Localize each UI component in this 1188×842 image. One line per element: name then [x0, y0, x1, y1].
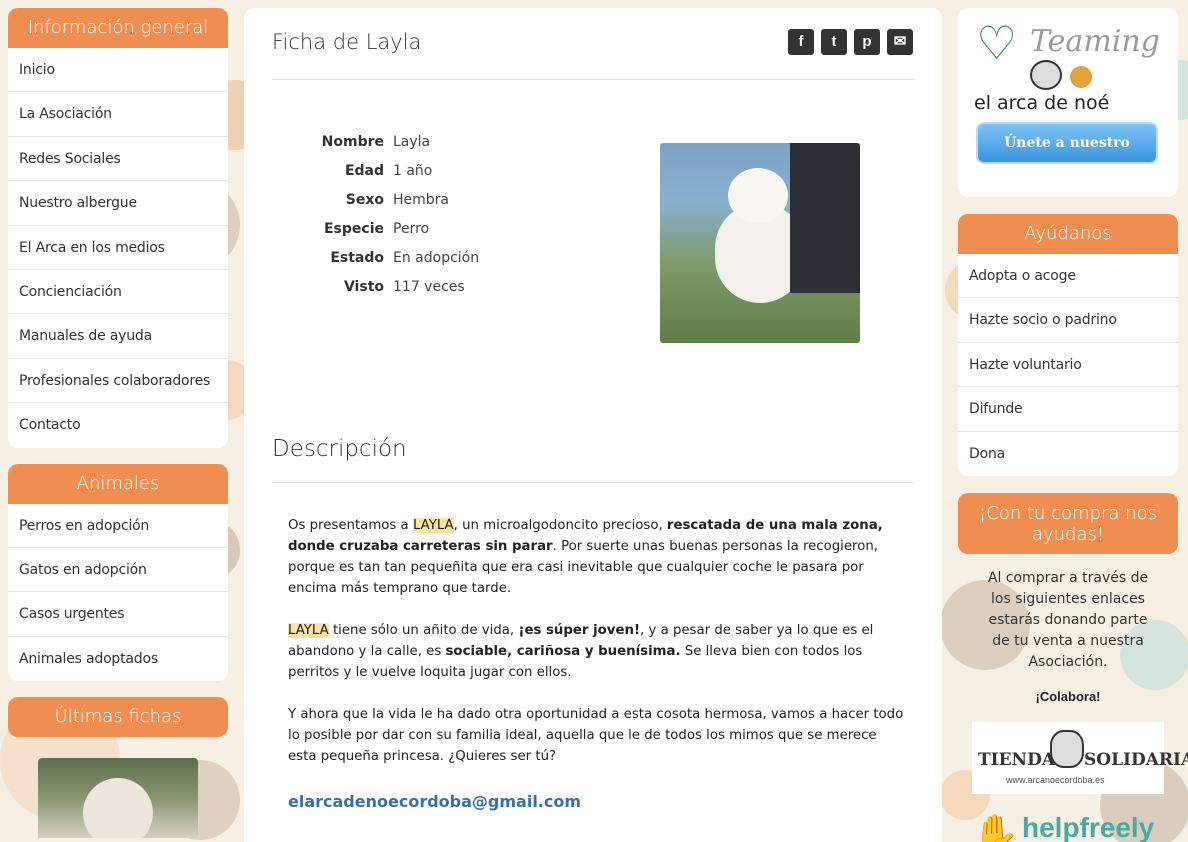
contact-email-link[interactable]: elarcadenoecordoba@gmail.com — [288, 792, 581, 811]
dog-cat-logo-icon — [1030, 60, 1100, 94]
left-sidebar: Información general Inicio La Asociación R… — [8, 8, 228, 839]
animals-section-title: Animales — [8, 463, 228, 504]
fact-row: Estado En adopción — [304, 249, 479, 278]
brand-name: el arca de noé — [974, 92, 1110, 114]
info-menu-item-0[interactable]: Inicio — [8, 48, 228, 93]
layla-photo[interactable] — [660, 143, 860, 343]
person-shape — [790, 143, 860, 293]
p1-text-b: , un microalgodoncito precioso, — [453, 518, 667, 533]
p1-highlight: LAYLA — [412, 518, 454, 533]
helpfreely-banner[interactable]: ✋ helpfreely foundation — [972, 812, 1172, 842]
fact-row: Nombre Layla — [304, 133, 479, 162]
fact-row: Sexo Hembra — [304, 191, 479, 220]
tienda-dog-icon — [1050, 729, 1084, 768]
fact-value: 1 año — [393, 163, 433, 179]
info-menu-item-2[interactable]: Redes Sociales — [8, 137, 228, 182]
facebook-icon[interactable]: f — [788, 29, 814, 55]
info-menu-item-3[interactable]: Nuestro albergue — [8, 181, 228, 226]
fact-key: Sexo — [345, 192, 384, 208]
tienda-right-label: SOLIDARIA — [1084, 749, 1188, 770]
help-menu-item-3[interactable]: Difunde — [958, 387, 1178, 432]
info-section: Información general Inicio La Asociación R… — [8, 8, 228, 448]
main-content: Ficha de Layla f t p ✉ Nombre Layla Edad 1 … — [244, 8, 942, 842]
info-menu-item-6[interactable]: Manuales de ayuda — [8, 314, 228, 359]
fact-row: Visto 117 veces — [304, 278, 479, 307]
description-body: Os presentamos a LAYLA, un microalgodonc… — [288, 515, 908, 788]
fact-key: Edad — [344, 163, 384, 179]
p2-bold-2: sociable, cariñosa y buenísima. — [445, 644, 681, 659]
tienda-url: www.arcanoecordoba.es — [1006, 774, 1105, 785]
fact-row: Edad 1 año — [304, 162, 479, 191]
help-menu: Adopta o acoge Hazte socio o padrino Hazte… — [958, 254, 1178, 476]
fact-key: Especie — [323, 221, 384, 237]
right-sidebar: ♡ Teaming el arca de noé Únete a nuestro… — [958, 8, 1188, 842]
animals-menu-item-0[interactable]: Perros en adopción — [8, 504, 228, 548]
shop-section: ¡Con tu compra nos ayudas! Al comprar a … — [958, 492, 1188, 842]
p1-text-a: Os presentamos a — [288, 518, 413, 533]
description-title: Descripción — [272, 436, 407, 462]
fact-value: En adopción — [393, 250, 480, 266]
info-menu: Inicio La Asociación Redes Sociales Nuestro… — [8, 48, 228, 448]
info-menu-item-5[interactable]: Concienciación — [8, 270, 228, 315]
teaming-box: ♡ Teaming el arca de noé Únete a nuestro… — [958, 8, 1178, 197]
fact-value: Layla — [393, 134, 431, 150]
info-menu-item-1[interactable]: La Asociación — [8, 92, 228, 137]
animals-menu-item-1[interactable]: Gatos en adopción — [8, 548, 228, 593]
pinterest-icon[interactable]: p — [854, 29, 880, 55]
animals-menu-item-3[interactable]: Animales adoptados — [8, 637, 228, 681]
tienda-solidaria-banner[interactable]: TIENDA SOLIDARIA www.arcanoecordoba.es — [972, 721, 1188, 794]
help-menu-item-0[interactable]: Adopta o acoge — [958, 254, 1178, 299]
help-menu-item-1[interactable]: Hazte socio o padrino — [958, 298, 1178, 343]
fact-list: Nombre Layla Edad 1 año Sexo Hembra Especie Per… — [304, 133, 479, 307]
shop-section-title: ¡Con tu compra nos ayudas! — [958, 492, 1178, 554]
description-paragraph-3: Y ahora que la vida le ha dado otra opor… — [288, 707, 904, 764]
shop-description: Al comprar a través de los siguientes en… — [987, 569, 1149, 670]
heart-icon: ♡ — [976, 17, 1018, 69]
collaborate-label: ¡Colabora! — [1035, 688, 1101, 704]
title-divider — [272, 79, 914, 80]
dog-logo-head — [1030, 60, 1062, 90]
latest-section: Últimas fichas — [8, 697, 228, 839]
twitter-icon[interactable]: t — [821, 29, 847, 55]
fact-value: 117 veces — [393, 279, 465, 295]
help-menu-item-2[interactable]: Hazte voluntario — [958, 343, 1178, 388]
help-section-title: Ayúdanos — [958, 214, 1178, 254]
animals-section: Animales Perros en adopción Gatos en adop… — [8, 463, 228, 682]
info-section-title: Información general — [8, 8, 228, 48]
fact-key: Visto — [343, 279, 384, 295]
description-paragraph-1: Os presentamos a LAYLA, un microalgodonc… — [288, 515, 908, 599]
help-section: Ayúdanos Adopta o acoge Hazte socio o pad… — [958, 214, 1178, 476]
latest-section-title: Últimas fichas — [8, 697, 228, 738]
email-icon[interactable]: ✉ — [887, 29, 913, 55]
animals-menu-item-2[interactable]: Casos urgentes — [8, 592, 228, 637]
tienda-left-label: TIENDA — [978, 749, 1056, 770]
latest-thumbnail[interactable] — [38, 758, 198, 839]
p2-bold-1: ¡es súper joven! — [518, 623, 641, 638]
helpfreely-wordmark: helpfreely — [1022, 811, 1155, 842]
fact-key: Estado — [330, 250, 384, 266]
share-bar: f t p ✉ — [788, 29, 913, 55]
info-menu-item-7[interactable]: Profesionales colaboradores — [8, 359, 228, 404]
join-group-button[interactable]: Únete a nuestro Grupo — [976, 122, 1158, 189]
dog-face-shape — [83, 778, 153, 839]
fact-value: Perro — [393, 221, 430, 237]
p2-text-a: tiene sólo un añito de vida, — [328, 623, 519, 638]
info-menu-item-4[interactable]: El Arca en los medios — [8, 226, 228, 270]
fact-row: Especie Perro — [304, 220, 479, 249]
fact-key: Nombre — [321, 134, 384, 150]
info-menu-item-8[interactable]: Contacto — [8, 403, 228, 447]
hands-icon: ✋ — [972, 813, 1020, 842]
teaming-wordmark: Teaming — [1030, 24, 1160, 59]
help-menu-item-4[interactable]: Dona — [958, 432, 1178, 476]
cat-logo-head — [1070, 66, 1092, 88]
p2-highlight: LAYLA — [288, 623, 329, 638]
fact-value: Hembra — [393, 192, 449, 208]
description-paragraph-2: LAYLA tiene sólo un añito de vida, ¡es s… — [288, 620, 908, 683]
page-title: Ficha de Layla — [272, 30, 422, 54]
description-divider — [272, 482, 914, 483]
dog-head-shape — [728, 168, 788, 223]
animals-menu: Perros en adopción Gatos en adopción Casos… — [8, 503, 228, 682]
